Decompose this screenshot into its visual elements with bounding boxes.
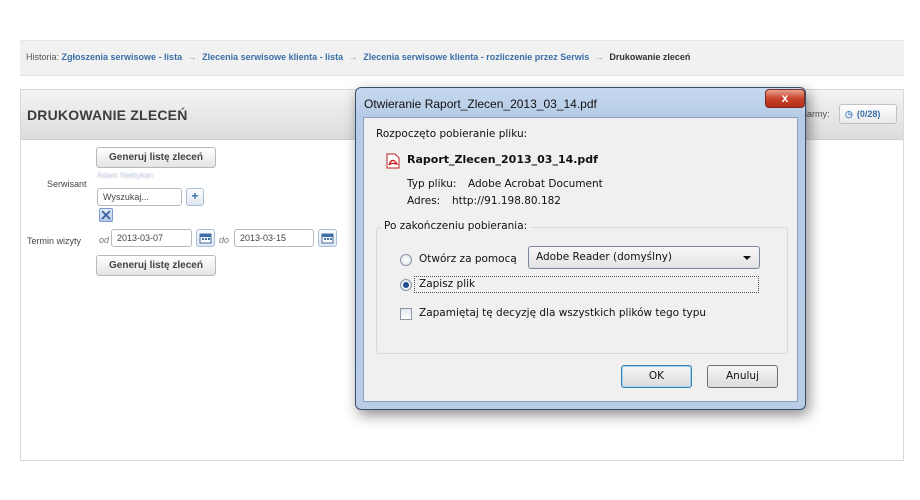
add-serwisant-button[interactable]: + <box>186 188 204 206</box>
date-to-input[interactable]: 2013-03-15 <box>234 229 314 247</box>
pdf-file-icon <box>386 153 400 169</box>
download-started-text: Rozpoczęto pobieranie pliku: <box>376 128 528 140</box>
file-type-label: Typ pliku: <box>407 178 457 190</box>
open-with-label: Otwórz za pomocą <box>419 253 517 265</box>
cancel-button[interactable]: Anuluj <box>707 365 778 388</box>
remember-checkbox[interactable] <box>400 308 412 320</box>
save-file-label: Zapisz plik <box>419 278 476 290</box>
close-button[interactable]: x <box>765 89 805 108</box>
chevron-down-icon <box>743 256 751 260</box>
page-title: DRUKOWANIE ZLECEŃ <box>27 107 188 123</box>
clear-icon[interactable] <box>99 208 113 222</box>
breadcrumb-prefix: Historia: <box>26 52 60 62</box>
alarm-count: (0/28) <box>856 109 881 119</box>
calendar-from-icon[interactable] <box>196 229 215 247</box>
breadcrumb-arrow: → <box>187 52 197 62</box>
alarm-label: larmy: <box>805 109 830 119</box>
remember-label: Zapamiętaj tę decyzję dla wszystkich pli… <box>419 307 707 319</box>
breadcrumb-arrow: → <box>594 52 604 62</box>
breadcrumb-link-zgloszenia[interactable]: Zgłoszenia serwisowe - lista <box>62 52 183 62</box>
date-from-input[interactable]: 2013-03-07 <box>111 229 192 247</box>
group-label: Po zakończeniu pobierania: <box>381 220 531 232</box>
ok-button[interactable]: OK <box>621 365 692 388</box>
breadcrumb-arrow: → <box>348 52 358 62</box>
do-label: do <box>219 235 230 245</box>
open-with-app-select[interactable]: Adobe Reader (domyślny) <box>528 246 760 269</box>
generate-list-button-top[interactable]: Generuj listę zleceń <box>96 147 216 168</box>
alarm-clock-icon: ◷ <box>845 109 853 119</box>
dialog-title: Otwieranie Raport_Zlecen_2013_03_14.pdf <box>364 97 597 111</box>
breadcrumb: Historia: Zgłoszenia serwisowe - lista →… <box>20 40 904 76</box>
open-with-radio[interactable] <box>400 254 412 266</box>
alarms-button[interactable]: ◷ (0/28) <box>839 104 897 124</box>
close-icon: x <box>781 91 789 105</box>
termin-label: Termin wizyty <box>27 236 82 246</box>
od-label: od <box>99 235 110 245</box>
calendar-to-icon[interactable] <box>318 229 337 247</box>
breadcrumb-link-zlecenia-lista[interactable]: Zlecenia serwisowe klienta - lista <box>202 52 343 62</box>
serwisant-search-input[interactable]: Wyszukaj... <box>97 188 182 206</box>
breadcrumb-link-rozliczenie[interactable]: Zlecenia serwisowe klienta - rozliczenie… <box>363 52 589 62</box>
serwisant-label: Serwisant <box>47 179 87 189</box>
save-file-radio[interactable] <box>400 279 412 291</box>
address-value: http://91.198.80.182 <box>452 195 561 207</box>
filename: Raport_Zlecen_2013_03_14.pdf <box>407 153 598 166</box>
address-label: Adres: <box>407 195 441 207</box>
file-type-value: Adobe Acrobat Document <box>468 178 603 190</box>
generate-list-button-bottom[interactable]: Generuj listę zleceń <box>96 255 216 276</box>
serwisant-name: Adam Niebykan <box>97 171 154 180</box>
open-with-app-value: Adobe Reader (domyślny) <box>536 251 673 263</box>
breadcrumb-current: Drukowanie zleceń <box>609 52 691 62</box>
